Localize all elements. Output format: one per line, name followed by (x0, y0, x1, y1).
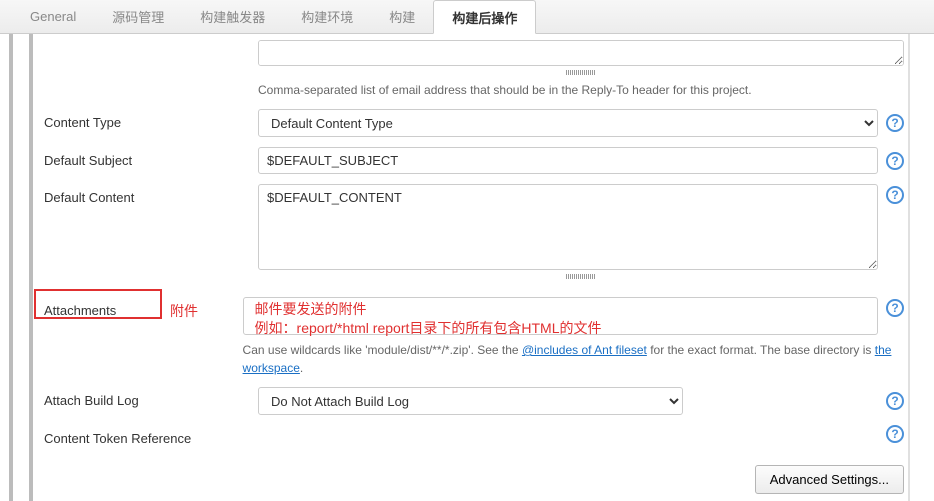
annotation-side-text: 附件 (170, 301, 198, 321)
help-icon[interactable]: ? (886, 392, 904, 410)
tab-scm[interactable]: 源码管理 (94, 0, 182, 33)
section-rail-inner (29, 34, 33, 501)
attachments-desc: Can use wildcards like 'module/dist/**/*… (243, 341, 904, 377)
config-tabbar: General 源码管理 构建触发器 构建环境 构建 构建后操作 (0, 0, 934, 34)
attachments-label: Attachments 附件 (44, 297, 243, 318)
content-type-select[interactable]: Default Content Type (258, 109, 878, 137)
tab-post-build-actions[interactable]: 构建后操作 (433, 0, 536, 34)
reply-to-desc: Comma-separated list of email address th… (258, 81, 904, 99)
default-content-input[interactable]: $DEFAULT_CONTENT (258, 184, 878, 270)
default-subject-input[interactable] (258, 147, 878, 174)
help-icon[interactable]: ? (886, 299, 904, 317)
ant-fileset-link[interactable]: @includes of Ant fileset (522, 343, 647, 357)
attach-build-log-select[interactable]: Do Not Attach Build Log (258, 387, 683, 415)
section-rail-outer (9, 34, 13, 501)
content-type-label: Content Type (44, 109, 258, 130)
help-icon[interactable]: ? (886, 186, 904, 204)
reply-to-input[interactable] (258, 40, 904, 66)
help-icon[interactable]: ? (886, 152, 904, 170)
resize-grip-icon[interactable] (566, 70, 596, 75)
resize-grip-icon[interactable] (566, 274, 596, 279)
tab-build-env[interactable]: 构建环境 (283, 0, 371, 33)
tab-build-triggers[interactable]: 构建触发器 (182, 0, 283, 33)
tab-build[interactable]: 构建 (371, 0, 433, 33)
content-token-reference-label: Content Token Reference (44, 425, 258, 446)
help-icon[interactable]: ? (886, 114, 904, 132)
right-rail (908, 34, 910, 501)
help-icon[interactable]: ? (886, 425, 904, 443)
attach-build-log-label: Attach Build Log (44, 387, 258, 408)
advanced-settings-button[interactable]: Advanced Settings... (755, 465, 904, 494)
default-subject-label: Default Subject (44, 147, 258, 168)
default-content-label: Default Content (44, 184, 258, 205)
attachments-input[interactable] (243, 297, 878, 335)
tab-general[interactable]: General (12, 0, 94, 33)
